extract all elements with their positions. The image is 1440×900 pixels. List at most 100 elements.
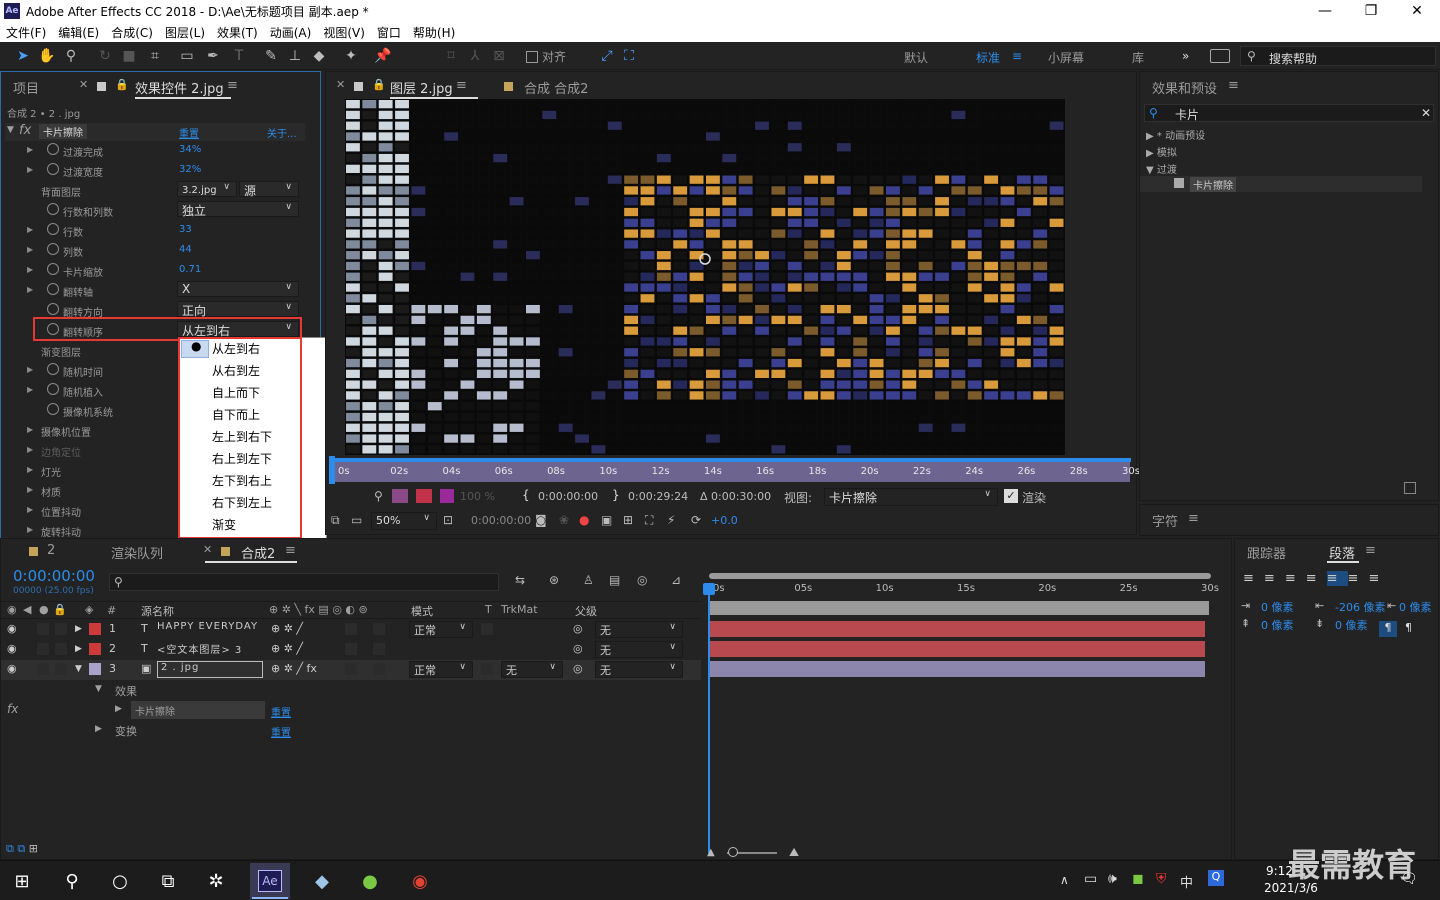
menu-help[interactable]: 帮助(H) xyxy=(407,24,461,41)
tab-paragraph[interactable]: 段落 xyxy=(1329,543,1355,562)
property-value[interactable]: 0.71 xyxy=(179,264,201,275)
close-tab-icon[interactable]: ✕ xyxy=(336,78,345,91)
current-time-indicator[interactable] xyxy=(708,583,710,853)
stopwatch-icon[interactable] xyxy=(47,143,59,155)
comp-mini-flowchart-icon[interactable]: ⇆ xyxy=(515,573,525,587)
security-shield-icon[interactable]: ⛨ xyxy=(1156,871,1167,887)
tree-item-simulation[interactable]: ▶ 模拟 xyxy=(1146,144,1177,159)
back-layer-source-dropdown[interactable]: 源 ∨ xyxy=(239,181,299,198)
eye-icon[interactable]: ◉ xyxy=(7,662,17,675)
justify-right-icon[interactable]: ≡ xyxy=(1348,571,1369,586)
fit-icon[interactable]: ⊡ xyxy=(443,513,453,527)
tab-effect-controls[interactable]: 效果控件 2.jpg xyxy=(135,78,224,97)
stopwatch-icon[interactable] xyxy=(47,243,59,255)
opacity-value[interactable]: 100 % xyxy=(460,490,495,503)
expand-triangle-icon[interactable]: ▶ xyxy=(27,365,33,374)
exposure-value[interactable]: +0.0 xyxy=(711,514,738,527)
tree-leaf-row[interactable]: 卡片擦除 xyxy=(1140,176,1422,192)
switch-toggle[interactable] xyxy=(345,623,357,635)
panel-menu-icon[interactable]: ≡ xyxy=(1365,543,1376,558)
pinwheel-app-icon[interactable]: ✲ xyxy=(202,867,230,895)
trkmat-dropdown[interactable]: 无 ∨ xyxy=(501,661,563,678)
effects-search-box[interactable]: ⚲ 卡片 ✕ xyxy=(1144,104,1434,122)
solo-toggle[interactable] xyxy=(37,623,49,635)
out-point-icon[interactable]: } xyxy=(612,488,620,502)
toggle-icon[interactable] xyxy=(416,489,432,503)
expand-triangle-icon[interactable]: ▶ xyxy=(27,265,33,274)
expand-triangle-icon[interactable]: ▶ xyxy=(27,285,33,294)
expand-triangle-icon[interactable]: ▶ xyxy=(27,525,33,534)
layer-switches-icons[interactable]: ⊕ ✲ ╱ xyxy=(271,642,303,655)
parent-dropdown[interactable]: 无 ∨ xyxy=(595,661,683,678)
tab-tracker[interactable]: 跟踪器 xyxy=(1247,543,1286,562)
shy-layers-icon[interactable]: ♙ xyxy=(583,573,594,587)
space-before-value[interactable]: 0 像素 xyxy=(1261,617,1294,633)
zoom-in-icon[interactable]: ⛰ xyxy=(789,845,799,860)
layer-name[interactable]: <空文本图层> 3 xyxy=(157,641,242,656)
task-view-icon[interactable]: ⧉ xyxy=(154,867,182,895)
character-title[interactable]: 字符 xyxy=(1152,511,1178,530)
type-tool-icon[interactable]: T xyxy=(230,47,248,65)
playhead[interactable] xyxy=(329,456,335,484)
time-navigator-bar[interactable] xyxy=(709,573,1211,579)
flip-direction-dropdown[interactable]: 正向 ∨ xyxy=(177,301,299,318)
menu-effect[interactable]: 效果(T) xyxy=(211,24,264,41)
align-left-icon[interactable]: ≡ xyxy=(1243,571,1264,586)
layer-2-duration-bar[interactable] xyxy=(709,641,1205,657)
fx-icon[interactable]: fx xyxy=(7,702,18,716)
volume-icon[interactable]: 🕪 xyxy=(1108,871,1117,887)
lock-toggle[interactable] xyxy=(55,643,67,655)
after-effects-taskbar-icon[interactable]: Ae xyxy=(250,863,290,899)
transform-reset-link[interactable]: 重置 xyxy=(271,724,291,739)
ltr-direction-icon[interactable]: ¶ xyxy=(1379,621,1397,637)
close-tab-icon[interactable]: ✕ xyxy=(203,543,212,556)
pick-whip-icon[interactable]: ◎ xyxy=(573,662,583,675)
expand-triangle-icon[interactable]: ▶ xyxy=(27,245,33,254)
expand-triangle-icon[interactable]: ▶ xyxy=(27,505,33,514)
rtl-direction-icon[interactable]: ¶ xyxy=(1405,621,1412,634)
menu-edit[interactable]: 编辑(E) xyxy=(52,24,105,41)
menu-view[interactable]: 视图(V) xyxy=(317,24,371,41)
workspace-standard[interactable]: 标准 xyxy=(976,49,1000,66)
tab-layer[interactable]: 图层 2.jpg xyxy=(390,78,453,97)
transfer-controls-icon[interactable]: ⊞ xyxy=(29,842,38,855)
workspace-small-screen[interactable]: 小屏幕 xyxy=(1048,49,1084,66)
layer-1-duration-bar[interactable] xyxy=(709,621,1205,637)
cortana-icon[interactable]: ○ xyxy=(106,867,134,895)
qq-icon[interactable]: Q xyxy=(1208,870,1224,886)
parent-dropdown[interactable]: 无 ∨ xyxy=(595,621,683,638)
more-workspaces-icon[interactable]: » xyxy=(1182,49,1189,63)
rotate-tool-icon[interactable]: ↻ xyxy=(96,47,114,65)
workspace-library[interactable]: 库 xyxy=(1132,49,1144,66)
layer-name[interactable]: 2 . jpg xyxy=(157,661,263,678)
notes-app-icon[interactable]: ◆ xyxy=(308,867,336,895)
layer-3-duration-bar[interactable] xyxy=(709,661,1205,677)
parent-dropdown[interactable]: 无 ∨ xyxy=(595,641,683,658)
stopwatch-icon[interactable] xyxy=(47,363,59,375)
tab-comp-2-active[interactable]: 合成2 xyxy=(241,543,275,562)
close-button[interactable]: ✕ xyxy=(1394,0,1440,22)
expand-triangle-icon[interactable]: ▶ xyxy=(115,704,122,714)
axis-world-icon[interactable]: ⅄ xyxy=(466,47,484,65)
zoom-slider-thumb[interactable] xyxy=(728,847,738,857)
stopwatch-icon[interactable] xyxy=(47,403,59,415)
nvidia-icon[interactable]: ◼ xyxy=(1132,871,1144,887)
expand-triangle-icon[interactable]: ▶ xyxy=(27,465,33,474)
card-wipe-preview[interactable] xyxy=(345,99,1065,455)
panel-menu-icon[interactable]: ≡ xyxy=(1228,78,1239,93)
zoom-dropdown[interactable]: 50% ∨ xyxy=(371,512,437,530)
lock-icon[interactable]: 🔒 xyxy=(372,78,386,91)
lock-icon[interactable]: 🔒 xyxy=(115,78,129,91)
align-center-icon[interactable]: ≡ xyxy=(1264,571,1285,586)
frame-blending-icon[interactable]: ▤ xyxy=(609,573,620,587)
graph-editor-icon[interactable]: ⊿ xyxy=(671,573,681,587)
network-icon[interactable]: ▭ xyxy=(1084,871,1097,887)
selection-tool-icon[interactable]: ➤ xyxy=(14,47,32,65)
stopwatch-icon[interactable] xyxy=(47,223,59,235)
effect-row[interactable]: fx ▶ 卡片擦除 重置 xyxy=(1,701,701,721)
brush-tool-icon[interactable]: ✎ xyxy=(262,47,280,65)
property-value[interactable]: 33 xyxy=(179,224,192,235)
workspace-menu-icon[interactable]: ≡ xyxy=(1012,49,1022,63)
property-row[interactable]: ▶ 过渡完成 34% xyxy=(7,141,305,161)
rectangle-tool-icon[interactable]: ▭ xyxy=(178,47,196,65)
